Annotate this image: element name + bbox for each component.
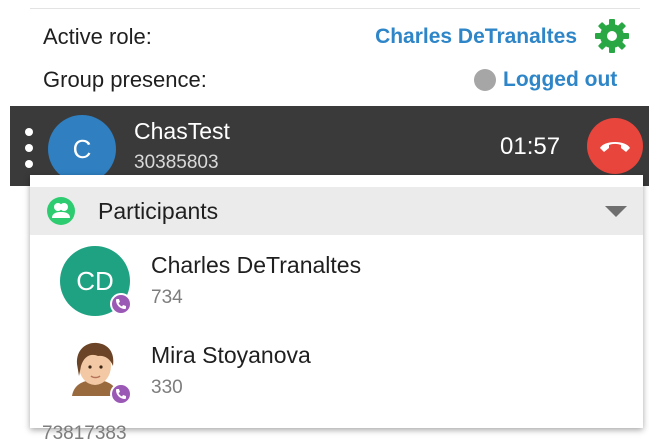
call-timer: 01:57	[500, 133, 561, 160]
caller-number: 30385803	[134, 152, 219, 173]
group-presence-label: Group presence:	[43, 67, 207, 92]
participant-extension: 330	[151, 377, 183, 398]
chevron-down-icon[interactable]	[605, 206, 627, 217]
participants-title: Participants	[98, 198, 219, 224]
active-role-label: Active role:	[43, 24, 152, 49]
participant-row[interactable]: CD Charles DeTranaltes 734	[30, 243, 643, 323]
hangup-button[interactable]	[587, 118, 643, 174]
presence-dot-icon	[474, 69, 496, 91]
call-widget: Active role: Charles DeTranaltes Group p…	[0, 0, 649, 444]
caller-avatar: C	[48, 115, 116, 183]
phone-hangup-icon	[600, 142, 630, 152]
participant-name: Charles DeTranaltes	[151, 252, 362, 278]
participant-name: Mira Stoyanova	[151, 342, 311, 368]
gear-icon[interactable]	[593, 17, 631, 55]
participant-extension: 734	[151, 287, 183, 308]
active-call-bar[interactable]: C ChasTest 30385803 01:57	[10, 106, 649, 186]
phone-badge-icon	[110, 293, 132, 315]
participant-row[interactable]: Mira Stoyanova 330	[30, 333, 643, 413]
background-call-number: 73817383	[42, 423, 127, 444]
caller-name: ChasTest	[134, 118, 230, 144]
participants-header[interactable]: Participants	[30, 187, 643, 235]
divider	[30, 8, 640, 9]
active-role-value[interactable]: Charles DeTranaltes	[375, 25, 577, 49]
participants-panel: Participants CD Charles DeTranaltes 734	[30, 175, 643, 428]
kebab-menu-icon[interactable]	[24, 128, 34, 168]
phone-badge-icon	[110, 383, 132, 405]
group-presence-status[interactable]: Logged out	[503, 68, 617, 92]
participants-icon	[47, 197, 75, 225]
